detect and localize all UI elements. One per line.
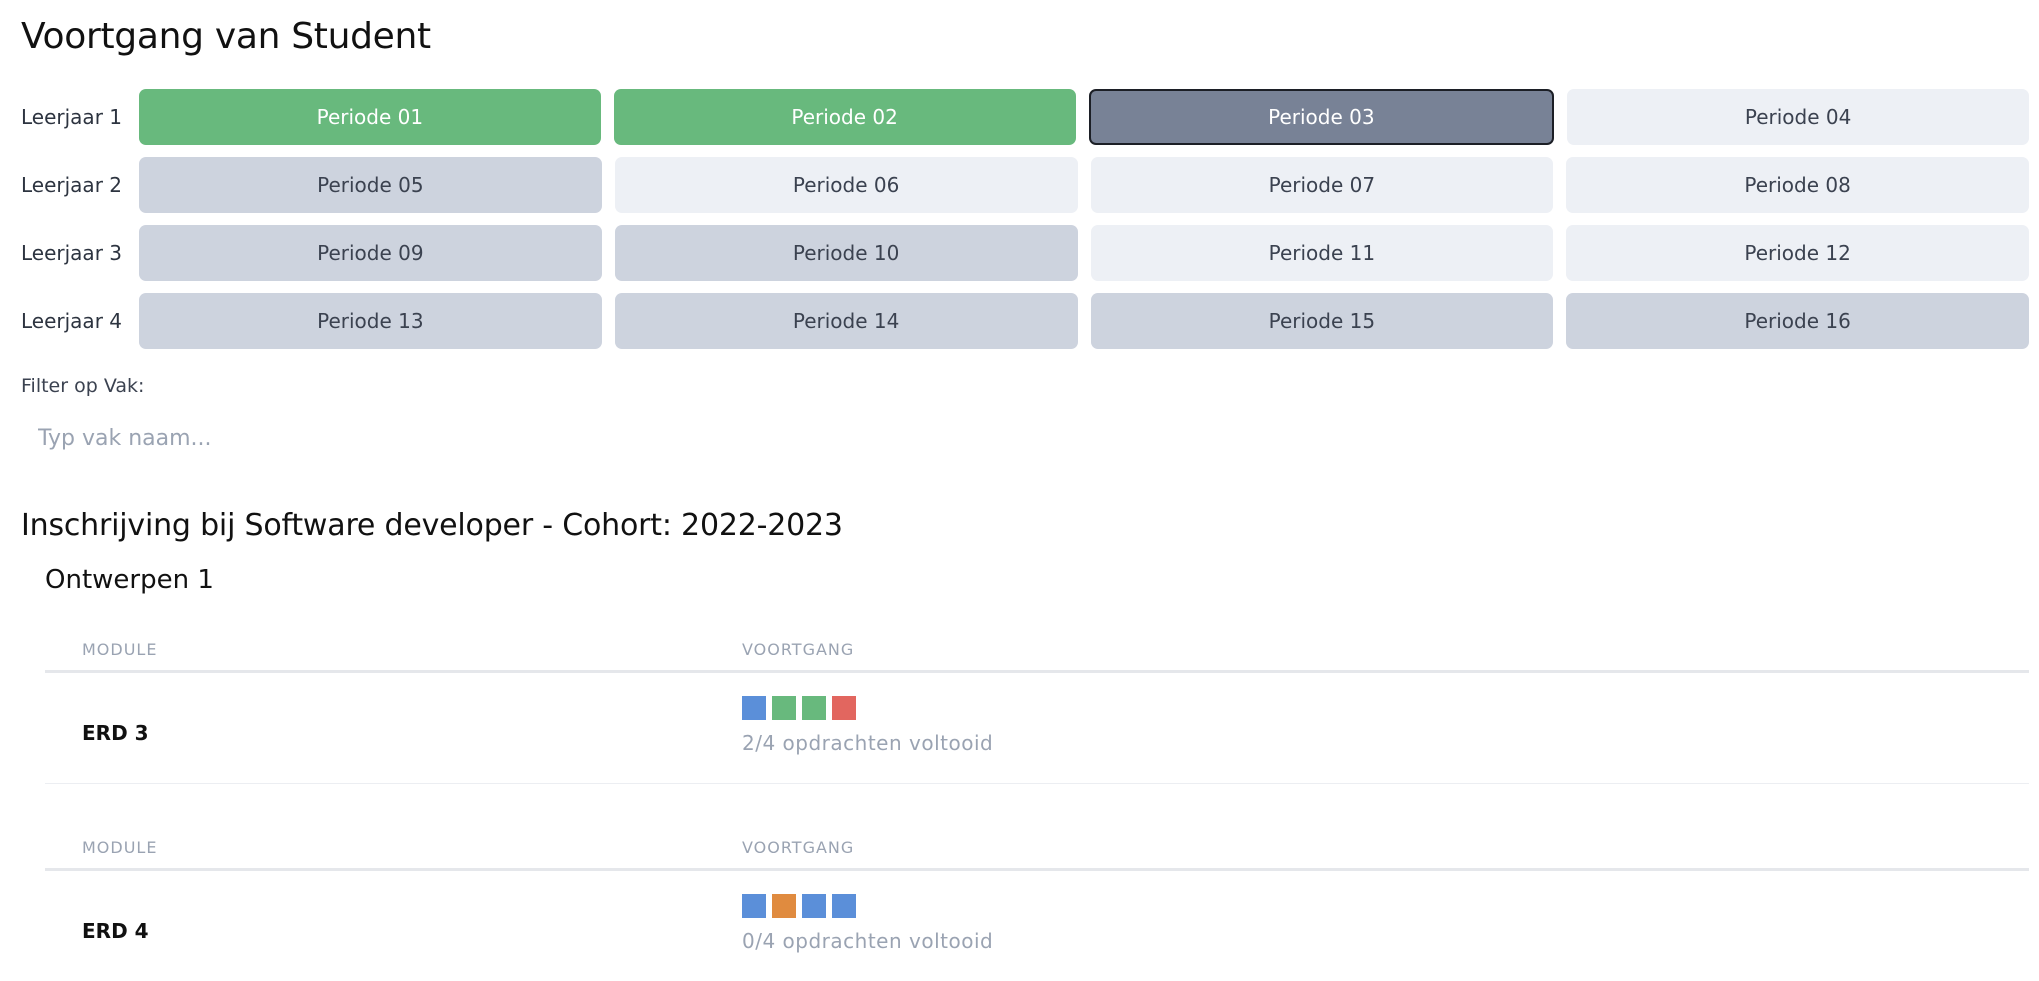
table-row: ERD 3 2/4 opdrachten voltooid [45,673,2029,784]
period-button[interactable]: Periode 04 [1567,89,2029,145]
period-button[interactable]: Periode 09 [139,225,602,281]
module-table: MODULE VOORTGANG ERD 4 0/4 opdrachten vo… [45,788,2029,981]
assignment-square[interactable] [772,894,796,918]
period-button[interactable]: Periode 08 [1566,157,2029,213]
year-row: Leerjaar 3 Periode 09 Periode 10 Periode… [21,225,2029,281]
assignment-square[interactable] [802,894,826,918]
period-button[interactable]: Periode 12 [1566,225,2029,281]
period-button[interactable]: Periode 11 [1090,225,1554,281]
period-list: Periode 13 Periode 14 Periode 15 Periode… [139,293,2029,349]
page-title: Voortgang van Student [21,16,431,57]
period-button-selected[interactable]: Periode 03 [1088,89,1555,145]
period-grid: Leerjaar 1 Periode 01 Periode 02 Periode… [21,89,2029,361]
module-column-header: MODULE [82,640,158,659]
period-list: Periode 01 Periode 02 Periode 03 Periode… [139,89,2029,145]
year-label: Leerjaar 2 [21,173,122,197]
year-row: Leerjaar 1 Periode 01 Periode 02 Periode… [21,89,2029,145]
table-header: MODULE VOORTGANG [45,788,2029,871]
assignment-square[interactable] [802,696,826,720]
year-label: Leerjaar 1 [21,105,122,129]
assignment-squares [742,696,856,720]
filter-label: Filter op Vak: [21,375,145,397]
assignment-square[interactable] [772,696,796,720]
progress-column-header: VOORTGANG [742,838,855,857]
period-button[interactable]: Periode 14 [614,293,1078,349]
assignment-square[interactable] [742,696,766,720]
assignment-square[interactable] [832,894,856,918]
progress-text: 0/4 opdrachten voltooid [742,929,994,953]
period-list: Periode 09 Periode 10 Periode 11 Periode… [139,225,2029,281]
year-row: Leerjaar 4 Periode 13 Periode 14 Periode… [21,293,2029,349]
module-table: MODULE VOORTGANG ERD 3 2/4 opdrachten vo… [45,590,2029,784]
period-list: Periode 05 Periode 06 Periode 07 Periode… [139,157,2029,213]
assignment-square[interactable] [742,894,766,918]
period-button[interactable]: Periode 05 [139,157,602,213]
module-name: ERD 4 [82,919,149,943]
course-filter-input[interactable] [21,415,721,461]
period-button[interactable]: Periode 10 [614,225,1078,281]
year-row: Leerjaar 2 Periode 05 Periode 06 Periode… [21,157,2029,213]
period-button[interactable]: Periode 02 [613,89,1076,145]
assignment-square[interactable] [832,696,856,720]
progress-column-header: VOORTGANG [742,640,855,659]
year-label: Leerjaar 4 [21,309,122,333]
assignment-squares [742,894,856,918]
period-button[interactable]: Periode 15 [1090,293,1554,349]
table-row: ERD 4 0/4 opdrachten voltooid [45,871,2029,981]
module-name: ERD 3 [82,721,149,745]
progress-text: 2/4 opdrachten voltooid [742,731,994,755]
period-button[interactable]: Periode 13 [139,293,602,349]
table-header: MODULE VOORTGANG [45,590,2029,673]
period-button[interactable]: Periode 16 [1566,293,2029,349]
period-button[interactable]: Periode 01 [139,89,601,145]
period-button[interactable]: Periode 06 [614,157,1078,213]
module-column-header: MODULE [82,838,158,857]
period-button[interactable]: Periode 07 [1090,157,1554,213]
year-label: Leerjaar 3 [21,241,122,265]
enrollment-title: Inschrijving bij Software developer - Co… [21,508,843,543]
